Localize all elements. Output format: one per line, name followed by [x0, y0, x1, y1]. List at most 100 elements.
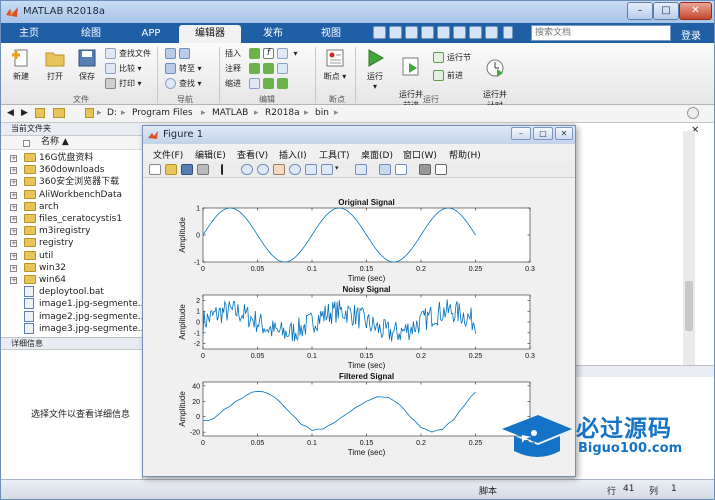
switch-window-icon[interactable] [469, 26, 482, 39]
expand-icon[interactable]: + [10, 264, 17, 272]
expand-icon[interactable]: + [10, 216, 17, 223]
edit-icons-row2[interactable] [249, 62, 291, 75]
customize-dropdown-icon[interactable] [503, 26, 513, 39]
forward-arrow-icon[interactable]: ▶ [21, 108, 28, 118]
back-forward-buttons[interactable] [165, 47, 193, 60]
minimize-button[interactable]: – [627, 2, 653, 20]
folder-row[interactable]: + arch [1, 201, 143, 213]
column-header-name[interactable]: 名称 ▲ [1, 136, 143, 150]
cut-icon[interactable] [389, 26, 402, 39]
menu-edit[interactable]: 编辑(E) [195, 148, 226, 161]
goto-button[interactable]: 转至 ▾ [165, 62, 202, 75]
menu-window[interactable]: 窗口(W) [403, 148, 437, 161]
file-row[interactable]: deploytool.bat [1, 286, 143, 298]
find-files-button[interactable]: 查找文件 [105, 47, 151, 60]
open-file-icon[interactable] [165, 164, 177, 175]
breadcrumb-r2018a[interactable]: R2018a [265, 108, 300, 118]
login-link[interactable]: 登录 [681, 27, 701, 42]
print-figure-icon[interactable] [197, 164, 209, 175]
expand-icon[interactable]: + [10, 191, 17, 199]
run-section-button[interactable]: 运行节 [433, 51, 471, 64]
run-button[interactable]: 运行 ▾ [361, 47, 389, 91]
pan-hand-icon[interactable] [273, 164, 285, 175]
brush-icon[interactable] [321, 164, 333, 175]
file-row[interactable]: image1.jpg-segmente... [1, 298, 143, 310]
breadcrumb-bin[interactable]: bin [315, 108, 329, 118]
show-plot-tools-icon[interactable] [435, 164, 447, 175]
help-icon[interactable] [485, 26, 498, 39]
open-button[interactable]: 打开 [41, 47, 69, 82]
menu-file[interactable]: 文件(F) [153, 148, 183, 161]
colorbar-icon[interactable] [379, 164, 391, 175]
tab-editor[interactable]: 编辑器 [179, 25, 241, 43]
undo-icon[interactable] [437, 26, 450, 39]
folder-row[interactable]: + AliWorkbenchData [1, 189, 143, 201]
select-all-checkbox[interactable] [23, 140, 30, 147]
back-arrow-icon[interactable]: ◀ [7, 108, 14, 118]
address-search-icon[interactable] [687, 107, 699, 119]
copy-icon[interactable] [405, 26, 418, 39]
paste-icon[interactable] [421, 26, 434, 39]
tab-publish[interactable]: 发布 [249, 25, 297, 43]
folder-row[interactable]: + m3iregistry [1, 225, 143, 237]
tab-view[interactable]: 视图 [307, 25, 355, 43]
expand-icon[interactable]: + [10, 179, 17, 187]
expand-icon[interactable]: + [10, 155, 17, 162]
file-row[interactable]: image3.jpg-segmente... [1, 322, 143, 335]
new-figure-icon[interactable] [149, 164, 161, 175]
folder-row[interactable]: + registry [1, 237, 143, 249]
run-and-time-button[interactable]: 运行并 计时 [479, 47, 511, 111]
menu-tools[interactable]: 工具(T) [319, 148, 350, 161]
print-button[interactable]: 打印 ▾ [105, 77, 142, 90]
figure-maximize-button[interactable]: □ [533, 127, 553, 140]
menu-help[interactable]: 帮助(H) [449, 148, 481, 161]
redo-icon[interactable] [453, 26, 466, 39]
figure-minimize-button[interactable]: – [511, 127, 531, 140]
legend-icon[interactable] [395, 164, 407, 175]
expand-icon[interactable]: + [10, 252, 17, 260]
advance-button[interactable]: 前进 [433, 69, 463, 82]
folder-row[interactable]: + win64 [1, 274, 143, 286]
link-plot-icon[interactable] [355, 164, 367, 175]
tab-apps[interactable]: APP [127, 25, 175, 43]
zoom-out-icon[interactable] [257, 164, 269, 175]
figure-close-button[interactable]: ✕ [555, 127, 573, 140]
breadcrumb-matlab[interactable]: MATLAB [212, 108, 248, 118]
edit-icons-row1[interactable]: f ▾ [249, 47, 298, 60]
brush-dropdown-icon[interactable]: ▾ [335, 164, 343, 175]
menu-desktop[interactable]: 桌面(D) [361, 148, 393, 161]
file-row[interactable]: image2.jpg-segmente... [1, 310, 143, 323]
find-button[interactable]: 查找 ▾ [165, 77, 202, 90]
indent-button[interactable]: 缩进 [225, 77, 241, 90]
expand-icon[interactable]: + [10, 167, 17, 175]
new-button[interactable]: 新建 [7, 47, 35, 82]
expand-icon[interactable]: + [10, 203, 17, 211]
browse-folder-icon[interactable] [53, 108, 65, 118]
breadcrumb-drive[interactable]: D: [107, 108, 117, 118]
folder-row[interactable]: + win32 [1, 262, 143, 274]
zoom-in-icon[interactable] [241, 164, 253, 175]
tab-plots[interactable]: 绘图 [67, 25, 115, 43]
folder-row[interactable]: +360安全浏览器下载 [1, 176, 143, 188]
menu-insert[interactable]: 插入(I) [279, 148, 307, 161]
expand-icon[interactable]: + [10, 240, 17, 248]
edit-icons-row3[interactable] [249, 77, 291, 90]
save-figure-icon[interactable] [181, 164, 193, 175]
maximize-button[interactable]: □ [653, 2, 679, 20]
close-button[interactable]: ✕ [679, 2, 712, 20]
save-icon[interactable] [373, 26, 386, 39]
save-button[interactable]: 保存 [73, 47, 101, 82]
rotate-3d-icon[interactable] [289, 164, 301, 175]
tab-home[interactable]: 主页 [5, 25, 53, 43]
scrollbar-thumb[interactable] [685, 281, 693, 331]
menu-view[interactable]: 查看(V) [237, 148, 268, 161]
comment-button[interactable]: 注释 [225, 62, 241, 75]
hide-plot-tools-icon[interactable] [419, 164, 431, 175]
folder-row[interactable]: + files_ceratocystis1 [1, 213, 143, 225]
compare-button[interactable]: 比较 ▾ [105, 62, 142, 75]
folder-row[interactable]: + util [1, 250, 143, 262]
up-folder-icon[interactable] [35, 108, 45, 118]
select-arrow-icon[interactable] [221, 164, 229, 175]
expand-icon[interactable]: + [10, 228, 17, 236]
expand-icon[interactable]: + [10, 277, 17, 284]
